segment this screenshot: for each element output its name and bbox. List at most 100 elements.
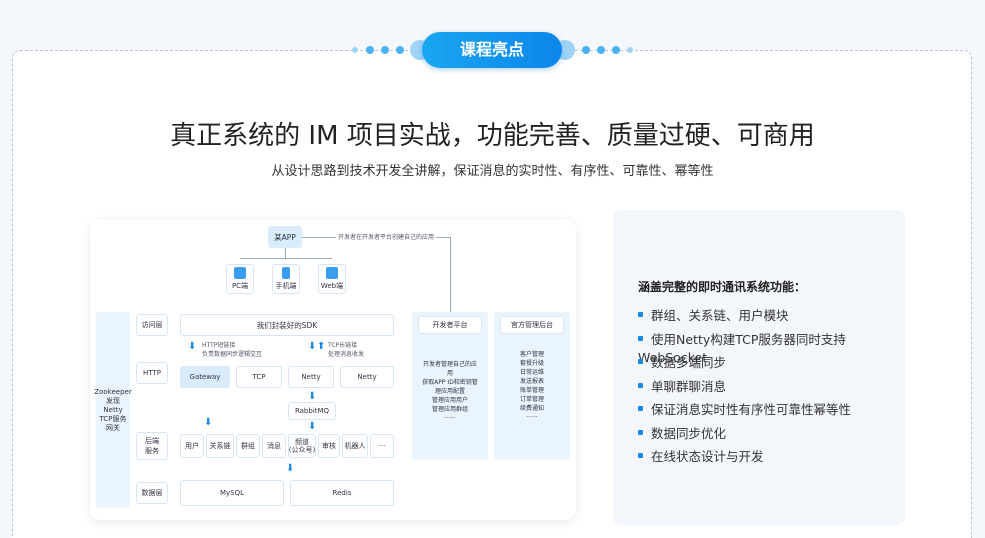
bullet-icon (638, 382, 643, 388)
service-review: 审核 (318, 434, 340, 458)
connector (450, 237, 451, 312)
admin-item: 订单管理 (519, 396, 544, 403)
sdk-box: 我们封装好的SDK (180, 314, 394, 336)
feature-item: 群组、关系链、用户模块 (638, 307, 905, 331)
dev-platform-items: 开发者管理自己的应 用 获取APP ID和密钥管 理应用配置 管理应用用户 管理… (422, 360, 478, 423)
feature-item: 使用Netty构建TCP服务器同时支持WebSocket (638, 331, 905, 365)
netty-box: Netty (340, 366, 394, 388)
deco-dot (597, 46, 605, 54)
zk-label: 发现 (106, 396, 120, 405)
feature-text: 数据多端同步 (651, 355, 727, 370)
zk-label: TCP服务 (99, 414, 127, 423)
layer-http: HTTP (136, 362, 168, 384)
service-relation: 关系链 (206, 434, 234, 458)
admin-item: 日常运维 (519, 369, 544, 376)
client-mobile: 手机端 (272, 264, 300, 294)
deco-dot (381, 46, 389, 54)
dev-item: 用 (446, 370, 453, 377)
admin-platform-items: 客户管理 套餐升级 日常运维 发送报表 账单管理 订单管理 续费通知 ·····… (520, 350, 544, 422)
admin-item: 客户管理 (519, 351, 544, 358)
client-label: Web端 (320, 282, 344, 290)
feature-item: 数据同步优化 (638, 425, 905, 449)
architecture-diagram: 某APP 开发者在开发者平台创建自己的应用 PC端 手机端 Web端 Zooke… (90, 220, 576, 520)
admin-platform-panel: 官方管理后台 客户管理 套餐升级 日常运维 发送报表 账单管理 订单管理 续费通… (494, 312, 570, 460)
dev-item: 获取APP ID和密钥管 (422, 379, 478, 386)
section-badge: 课程亮点 (422, 32, 562, 68)
admin-item: ······ (526, 414, 538, 421)
client-label: PC端 (231, 282, 249, 290)
admin-platform-title: 官方管理后台 (500, 316, 564, 334)
arrow-down-icon: ⬇ (286, 463, 295, 474)
rabbitmq-box: RabbitMQ (288, 402, 336, 420)
client-label: 手机端 (275, 282, 297, 290)
app-node: 某APP (268, 226, 302, 248)
deco-dot (627, 47, 633, 53)
zookeeper-column: Zookeeper 发现 Netty TCP服务 网关 (94, 312, 132, 508)
feature-text: 群组、关系链、用户模块 (651, 308, 789, 323)
dev-platform-title: 开发者平台 (418, 316, 482, 334)
http-note: HTTP短链接 负责数据同步逻辑交互 (202, 341, 262, 359)
zk-label: Zookeeper (94, 387, 132, 396)
features-panel: 涵盖完整的即时通讯系统功能： 群组、关系链、用户模块 使用Netty构建TCP服… (613, 210, 905, 525)
tcp-note: TCP长链接 处理消息收发 (328, 341, 364, 359)
arrow-up-icon: ⬆ (317, 341, 326, 352)
layer-backend: 后端 服务 (136, 432, 168, 460)
service-message: 消息 (262, 434, 286, 458)
bullet-icon (638, 429, 643, 435)
feature-text: 在线状态设计与开发 (651, 449, 764, 464)
deco-dot (582, 46, 590, 54)
tcp-box: TCP (236, 366, 282, 388)
deco-dot (612, 46, 620, 54)
zk-label: Netty (103, 405, 123, 414)
service-more: ··· (370, 434, 394, 458)
layer-access: 访问层 (136, 314, 168, 336)
gateway-box: Gateway (180, 366, 230, 388)
connector (285, 248, 286, 258)
feature-text: 单聊群聊消息 (651, 378, 727, 394)
deco-dot (396, 46, 404, 54)
admin-item: 账单管理 (519, 387, 544, 394)
feature-item: 在线状态设计与开发 (638, 448, 905, 472)
tcp-note-line: 处理消息收发 (328, 351, 365, 358)
layer-data: 数据层 (136, 482, 168, 504)
bullet-icon (638, 406, 643, 411)
netty-box: Netty (288, 366, 334, 388)
deco-dot (352, 47, 358, 53)
admin-item: 发送报表 (519, 378, 544, 385)
dev-item: 管理应用用户 (431, 397, 468, 404)
page-title: 真正系统的 IM 项目实战，功能完善、质量过硬、可商用 (170, 121, 815, 151)
dev-item: 开发者管理自己的应 (422, 361, 477, 368)
mysql-box: MySQL (180, 480, 284, 506)
dev-item: 理应用配置 (434, 388, 465, 395)
deco-dot (366, 46, 374, 54)
admin-item: 续费通知 (519, 405, 544, 412)
bullet-icon (638, 335, 643, 341)
arrow-down-icon: ⬇ (188, 341, 197, 352)
service-group: 群组 (236, 434, 260, 458)
page-subtitle: 从设计思路到技术开发全讲解，保证消息的实时性、有序性、可靠性、幂等性 (271, 164, 714, 179)
feature-item: 保证消息实时性有序性可靠性幂等性 (638, 401, 905, 425)
connector (240, 258, 332, 259)
app-note: 开发者在开发者平台创建自己的应用 (336, 232, 437, 241)
http-note-line: 负责数据同步逻辑交互 (202, 351, 263, 358)
bullet-icon (638, 453, 643, 458)
client-pc: PC端 (226, 264, 254, 294)
layer-label: 后端 (145, 437, 159, 445)
service-bot: 机器人 (342, 434, 368, 458)
bullet-icon (638, 312, 643, 317)
feature-text: 数据同步优化 (651, 425, 727, 441)
layer-label: 服务 (145, 447, 159, 455)
tcp-note-line: TCP长链接 (328, 342, 358, 349)
monitor-icon (234, 267, 246, 279)
admin-item: 套餐升级 (519, 360, 544, 367)
redis-box: Redis (290, 480, 394, 506)
service-channel: 频道 (公众号) (288, 434, 316, 458)
course-highlights-section: 课程亮点 真正系统的 IM 项目实战，功能完善、质量过硬、可商用 从设计思路到技… (0, 0, 985, 538)
browser-icon (326, 267, 338, 279)
dev-platform-panel: 开发者平台 开发者管理自己的应 用 获取APP ID和密钥管 理应用配置 管理应… (412, 312, 488, 460)
features-list: 群组、关系链、用户模块 使用Netty构建TCP服务器同时支持WebSocket… (638, 307, 905, 472)
arrow-down-icon: ⬇ (308, 391, 317, 402)
feature-item: 数据多端同步 (638, 354, 905, 378)
features-heading: 涵盖完整的即时通讯系统功能： (638, 280, 807, 294)
zk-label: 网关 (106, 423, 120, 432)
